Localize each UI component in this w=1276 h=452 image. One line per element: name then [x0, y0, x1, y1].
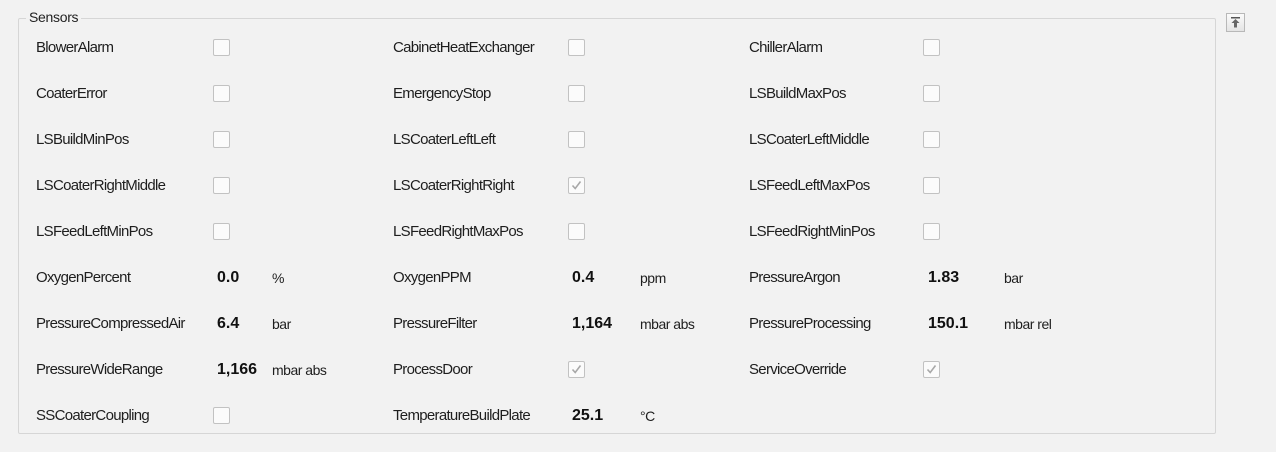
sensor-label-emergency-stop: EmergencyStop	[393, 85, 491, 102]
sensor-checkbox-lscoater-right-right[interactable]	[568, 177, 585, 194]
sensor-label-lsfeed-left-min-pos: LSFeedLeftMinPos	[36, 223, 153, 240]
sensor-label-pressure-compressed-air: PressureCompressedAir	[36, 315, 185, 332]
sensor-checkbox-process-door[interactable]	[568, 361, 585, 378]
sensor-label-cabinet-heat-exchanger: CabinetHeatExchanger	[393, 39, 535, 56]
sensor-label-lscoater-left-middle: LSCoaterLeftMiddle	[749, 131, 870, 148]
sensor-label-lsbuild-min-pos: LSBuildMinPos	[36, 131, 129, 148]
sensor-checkbox-lsfeed-left-max-pos[interactable]	[923, 177, 940, 194]
sensor-label-coater-error: CoaterError	[36, 85, 107, 102]
sensor-checkbox-chiller-alarm[interactable]	[923, 39, 940, 56]
sensor-value-pressure-processing: 150.1	[928, 315, 969, 332]
sensors-groupbox	[18, 18, 1216, 434]
sensor-value-pressure-argon: 1.83	[928, 269, 960, 286]
sensor-checkbox-lsbuild-max-pos[interactable]	[923, 85, 940, 102]
sensor-value-pressure-wide-range: 1,166	[217, 361, 258, 378]
sensor-unit-oxygen-ppm: ppm	[640, 270, 666, 286]
sensor-value-pressure-compressed-air: 6.4	[217, 315, 240, 332]
sensor-value-temperature-build-plate: 25.1	[572, 407, 604, 424]
checkmark-icon	[571, 181, 582, 190]
sensors-panel: Sensors BlowerAlarm CoaterError LSBuildMin…	[0, 0, 1276, 452]
sensor-value-oxygen-ppm: 0.4	[572, 269, 595, 286]
sensor-label-lscoater-left-left: LSCoaterLeftLeft	[393, 131, 496, 148]
sensor-checkbox-lscoater-right-middle[interactable]	[213, 177, 230, 194]
sensor-label-lscoater-right-right: LSCoaterRightRight	[393, 177, 515, 194]
sensor-unit-pressure-processing: mbar rel	[1004, 316, 1052, 332]
sensor-label-lsfeed-left-max-pos: LSFeedLeftMaxPos	[749, 177, 870, 194]
sensor-value-oxygen-percent: 0.0	[217, 269, 240, 286]
sensor-label-oxygen-ppm: OxygenPPM	[393, 269, 472, 286]
sensor-checkbox-lscoater-left-left[interactable]	[568, 131, 585, 148]
groupbox-title: Sensors	[26, 9, 82, 25]
sensor-checkbox-sscoater-coupling[interactable]	[213, 407, 230, 424]
sensor-checkbox-service-override[interactable]	[923, 361, 940, 378]
sensor-label-blower-alarm: BlowerAlarm	[36, 39, 114, 56]
sensor-label-process-door: ProcessDoor	[393, 361, 473, 378]
sensor-checkbox-lsbuild-min-pos[interactable]	[213, 131, 230, 148]
sensor-label-lscoater-right-middle: LSCoaterRightMiddle	[36, 177, 166, 194]
sensor-label-pressure-filter: PressureFilter	[393, 315, 477, 332]
sensor-label-pressure-wide-range: PressureWideRange	[36, 361, 163, 378]
collapse-up-icon	[1231, 17, 1240, 28]
sensor-unit-temperature-build-plate: °C	[640, 408, 655, 424]
sensor-unit-pressure-argon: bar	[1004, 270, 1023, 286]
sensor-unit-oxygen-percent: %	[272, 270, 284, 286]
sensor-value-pressure-filter: 1,164	[572, 315, 613, 332]
scroll-gutter	[1252, 0, 1276, 452]
sensor-label-lsfeed-right-max-pos: LSFeedRightMaxPos	[393, 223, 524, 240]
sensor-unit-pressure-filter: mbar abs	[640, 316, 695, 332]
sensor-label-lsbuild-max-pos: LSBuildMaxPos	[749, 85, 846, 102]
checkmark-icon	[571, 365, 582, 374]
sensor-unit-pressure-wide-range: mbar abs	[272, 362, 327, 378]
sensor-label-oxygen-percent: OxygenPercent	[36, 269, 131, 286]
sensor-label-pressure-processing: PressureProcessing	[749, 315, 871, 332]
collapse-button[interactable]	[1226, 13, 1245, 32]
sensor-label-sscoater-coupling: SSCoaterCoupling	[36, 407, 150, 424]
sensor-checkbox-lsfeed-left-min-pos[interactable]	[213, 223, 230, 240]
sensor-label-pressure-argon: PressureArgon	[749, 269, 841, 286]
sensor-label-service-override: ServiceOverride	[749, 361, 847, 378]
sensor-checkbox-lsfeed-right-min-pos[interactable]	[923, 223, 940, 240]
sensor-label-chiller-alarm: ChillerAlarm	[749, 39, 823, 56]
sensor-checkbox-emergency-stop[interactable]	[568, 85, 585, 102]
sensor-label-temperature-build-plate: TemperatureBuildPlate	[393, 407, 531, 424]
checkmark-icon	[926, 365, 937, 374]
sensor-label-lsfeed-right-min-pos: LSFeedRightMinPos	[749, 223, 875, 240]
sensor-unit-pressure-compressed-air: bar	[272, 316, 291, 332]
sensor-checkbox-coater-error[interactable]	[213, 85, 230, 102]
sensor-checkbox-blower-alarm[interactable]	[213, 39, 230, 56]
sensor-checkbox-lscoater-left-middle[interactable]	[923, 131, 940, 148]
sensor-checkbox-cabinet-heat-exchanger[interactable]	[568, 39, 585, 56]
sensor-checkbox-lsfeed-right-max-pos[interactable]	[568, 223, 585, 240]
